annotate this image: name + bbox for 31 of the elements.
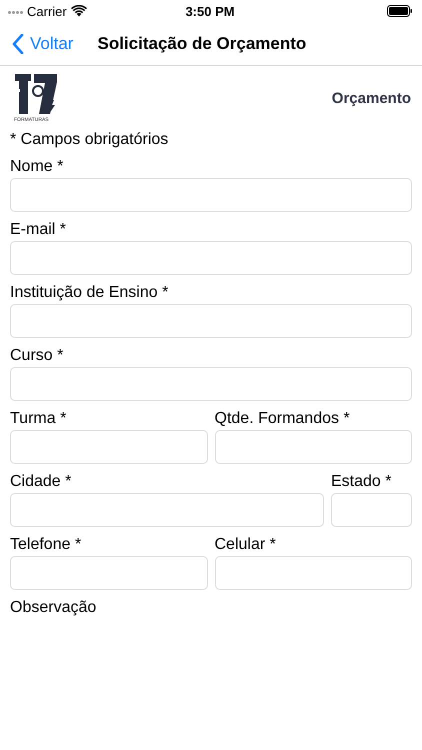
field-label: Estado * bbox=[331, 473, 392, 492]
section-heading: Orçamento bbox=[332, 90, 411, 107]
input-field[interactable] bbox=[10, 493, 324, 527]
input-field[interactable] bbox=[10, 304, 412, 338]
back-button[interactable]: Voltar bbox=[0, 34, 74, 54]
chevron-icon bbox=[12, 34, 24, 54]
field-label: Cidade * bbox=[10, 473, 72, 492]
field-label: Celular * bbox=[214, 536, 277, 555]
field-label: Qtde. Formandos * bbox=[214, 410, 351, 429]
carrier-name: Carrier bbox=[27, 4, 67, 18]
input-field[interactable] bbox=[214, 556, 412, 590]
required-note: * Campos obrigatórios bbox=[10, 131, 170, 149]
clock-time: 3:50 PM bbox=[185, 4, 235, 18]
wifi-icon bbox=[70, 5, 87, 17]
logo-mark-icon bbox=[14, 74, 58, 114]
field-label: Instituição de Ensino * bbox=[10, 284, 170, 303]
input-field[interactable] bbox=[214, 430, 412, 464]
input-field[interactable] bbox=[331, 493, 412, 527]
field-label: Telefone * bbox=[10, 536, 82, 555]
input-field[interactable] bbox=[10, 430, 208, 464]
field-label: E-mail * bbox=[10, 221, 68, 240]
nav-title: Solicitação de Orçamento bbox=[97, 34, 306, 54]
input-field[interactable] bbox=[10, 178, 412, 212]
field-label: Observação bbox=[10, 599, 98, 618]
field-label: Curso * bbox=[10, 347, 64, 366]
input-field[interactable] bbox=[10, 241, 412, 275]
field-label: Turma * bbox=[10, 410, 68, 429]
battery-icon bbox=[387, 5, 412, 17]
field-label: Nome * bbox=[10, 158, 64, 177]
input-field[interactable] bbox=[10, 556, 208, 590]
input-field[interactable] bbox=[10, 367, 412, 401]
